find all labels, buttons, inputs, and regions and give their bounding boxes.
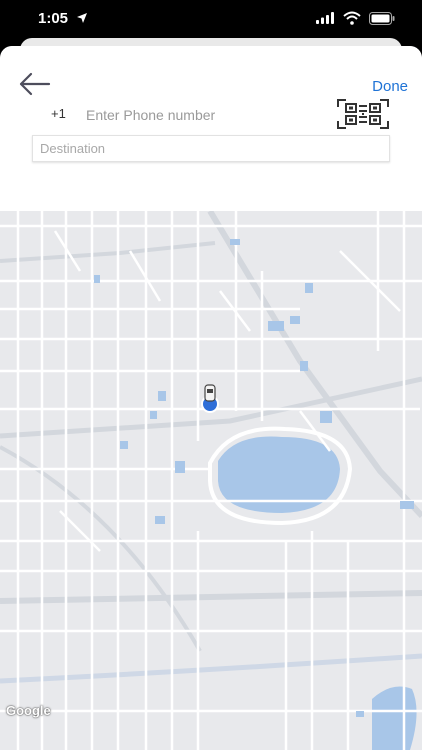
battery-icon — [369, 12, 395, 25]
bottom-sheet: Done +1 Enter Phone number Destination G… — [0, 46, 422, 750]
done-button[interactable]: Done — [372, 78, 408, 95]
google-attribution: Google — [6, 703, 51, 718]
back-arrow-icon[interactable] — [16, 70, 54, 98]
status-bar: 1:05 — [0, 0, 422, 40]
wifi-icon — [343, 11, 361, 25]
booking-header: Done +1 — [0, 46, 422, 211]
destination-field[interactable] — [32, 135, 403, 162]
signal-icon — [316, 12, 334, 24]
phone-input[interactable] — [84, 103, 328, 127]
map-view[interactable] — [0, 211, 422, 750]
location-arrow-icon — [77, 13, 87, 23]
country-code[interactable]: +1 — [51, 106, 66, 121]
destination-input[interactable] — [33, 136, 403, 161]
qr-code-icon[interactable] — [336, 98, 390, 130]
status-time: 1:05 — [38, 10, 69, 27]
